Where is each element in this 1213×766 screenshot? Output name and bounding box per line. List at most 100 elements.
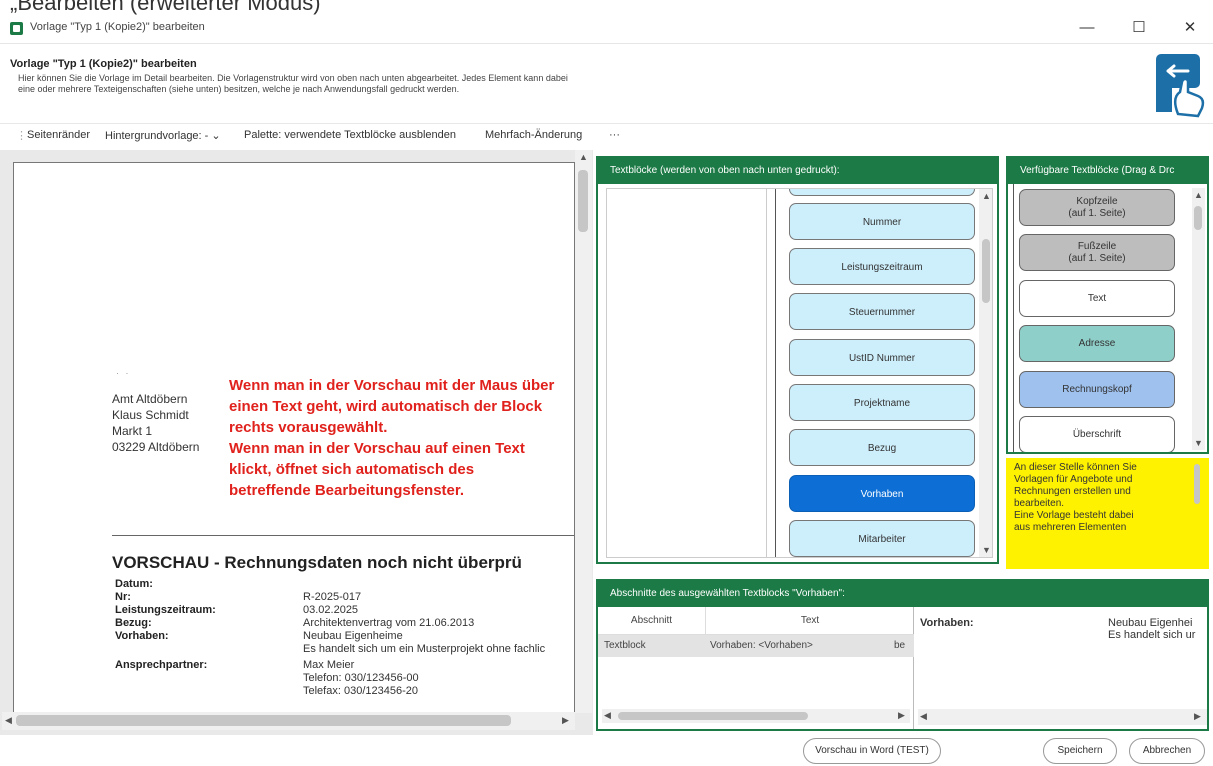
detail-value-line: Neubau Eigenhei (1108, 617, 1193, 629)
seitenraender-button[interactable]: Seitenränder (27, 129, 90, 141)
app-icon (10, 22, 23, 35)
tree-block[interactable]: Nummer (789, 203, 975, 240)
scroll-left-icon[interactable]: ◀ (5, 715, 12, 726)
scroll-down-icon[interactable]: ▼ (982, 545, 991, 555)
preview-value-line: Telefax: 030/123456-20 (303, 685, 418, 697)
scrollbar-thumb[interactable] (16, 715, 511, 726)
more-options-icon[interactable]: ··· (609, 129, 620, 141)
available-block[interactable]: Adresse (1019, 325, 1175, 362)
scrollbar-thumb[interactable] (1194, 206, 1202, 230)
preview-key: Nr: (115, 591, 131, 603)
scroll-right-icon[interactable]: ▶ (1194, 711, 1201, 722)
preview-key: Bezug: (115, 617, 152, 629)
annotation-line: Wenn man in der Vorschau mit der Maus üb… (229, 377, 555, 394)
tree-connector-line (775, 189, 776, 557)
available-block[interactable]: Fußzeile (auf 1. Seite) (1019, 234, 1175, 271)
scroll-down-icon[interactable]: ▼ (1194, 438, 1203, 448)
available-block-label: Kopfzeile (1076, 195, 1118, 207)
palette-toggle-button[interactable]: Palette: verwendete Textblöcke ausblende… (244, 129, 456, 141)
minimize-button[interactable]: — (1072, 16, 1102, 40)
abschnitte-panel: Abschnitte des ausgewählten Textblocks "… (596, 579, 1209, 731)
preview-page[interactable]: · · Amt Altdöbern Klaus Schmidt Markt 1 … (13, 162, 575, 713)
textbloecke-header: Textblöcke (werden von oben nach unten g… (598, 158, 997, 184)
available-block-label: Fußzeile (1077, 240, 1117, 252)
toolbar-grip-icon[interactable]: ⋮ (16, 129, 27, 142)
preview-row[interactable]: Vorhaben: Neubau Eigenheime Es handelt s… (115, 630, 574, 656)
touch-return-icon (1154, 52, 1206, 120)
preview-title[interactable]: VORSCHAU - Rechnungsdaten noch nicht übe… (112, 553, 522, 573)
tree-block[interactable]: UstID Nummer (789, 339, 975, 376)
hint-line: An dieser Stelle können Sie (1014, 462, 1137, 473)
hint-scrollbar-thumb[interactable] (1194, 464, 1200, 504)
scroll-left-icon[interactable]: ◀ (604, 710, 611, 721)
preview-value-line: Architektenvertrag vom 21.06.2013 (303, 617, 475, 629)
grid-scrollbar[interactable]: ◀ ▶ (602, 709, 910, 723)
preview-value-line: Es handelt sich um ein Musterprojekt ohn… (303, 643, 546, 655)
preview-horizontal-scrollbar[interactable]: ◀ ▶ (2, 712, 575, 730)
detail-preview[interactable]: Vorhaben: Neubau Eigenhei Es handelt sic… (918, 607, 1207, 729)
annotation-line: einen Text geht, wird automatisch der Bl… (229, 398, 543, 415)
table-row[interactable]: Textblock Vorhaben: <Vorhaben> be (598, 635, 914, 657)
hintergrundvorlage-dropdown[interactable]: Hintergrundvorlage: - ⌄ (105, 129, 221, 142)
row-abschnitt: Textblock (604, 640, 646, 651)
hint-line: aus mehreren Elementen (1014, 522, 1127, 533)
column-header-abschnitt[interactable]: Abschnitt (598, 607, 706, 635)
maximize-button[interactable]: ☐ (1124, 16, 1154, 40)
save-button[interactable]: Speichern (1043, 738, 1117, 764)
available-block[interactable]: Überschrift (1019, 416, 1175, 452)
textbloecke-tree[interactable]: Nummer Leistungszeitraum Steuernummer Us… (606, 188, 993, 558)
textbloecke-panel: Textblöcke (werden von oben nach unten g… (596, 156, 999, 564)
scrollbar-thumb[interactable] (982, 239, 990, 303)
abschnitte-grid[interactable]: Abschnitt Text Textblock Vorhaben: <Vorh… (598, 607, 914, 729)
tree-scrollbar[interactable]: ▲ ▼ (979, 189, 992, 557)
tree-block[interactable]: Leistungszeitraum (789, 248, 975, 285)
address-line: Amt Altdöbern (112, 392, 188, 406)
available-block-label: Rechnungskopf (1062, 383, 1132, 395)
cancel-button[interactable]: Abbrechen (1129, 738, 1205, 764)
tree-block-partial[interactable] (789, 189, 975, 196)
mehrfach-aenderung-button[interactable]: Mehrfach-Änderung (485, 129, 582, 141)
available-block[interactable]: Kopfzeile (auf 1. Seite) (1019, 189, 1175, 226)
annotation-line: klickt, öffnet sich automatisch des (229, 461, 475, 478)
chevron-down-icon: ⌄ (211, 130, 221, 142)
annotation-line: rechts vorausgewählt. (229, 419, 388, 436)
preview-row[interactable]: Bezug: Architektenvertrag vom 21.06.2013 (115, 617, 574, 630)
available-block-sublabel: (auf 1. Seite) (1068, 252, 1126, 264)
row-extra: be (894, 640, 906, 651)
tree-block[interactable]: Steuernummer (789, 293, 975, 330)
word-preview-button[interactable]: Vorschau in Word (TEST) (803, 738, 941, 764)
preview-value-line: 03.02.2025 (303, 604, 359, 616)
scroll-right-icon[interactable]: ▶ (562, 715, 569, 726)
preview-value-line: Neubau Eigenheime (303, 630, 403, 642)
scroll-up-icon[interactable]: ▲ (1194, 190, 1203, 200)
scroll-up-icon[interactable]: ▲ (579, 152, 588, 162)
available-block[interactable]: Rechnungskopf (1019, 371, 1175, 408)
preview-key: Vorhaben: (115, 630, 169, 642)
list-scrollbar[interactable]: ▲ ▼ (1192, 188, 1205, 450)
preview-vertical-scrollbar[interactable]: ▲ (575, 150, 592, 713)
scroll-up-icon[interactable]: ▲ (982, 191, 991, 201)
preview-row[interactable]: Ansprechpartner: Max Meier Telefon: 030/… (115, 659, 574, 698)
recipient-address[interactable]: Amt Altdöbern Klaus Schmidt Markt 1 0322… (112, 391, 199, 455)
detail-scrollbar[interactable]: ◀ ▶ (918, 709, 1207, 725)
available-block[interactable]: Text (1019, 280, 1175, 317)
scrollbar-thumb[interactable] (578, 170, 588, 232)
window-title: Vorlage "Typ 1 (Kopie2)" bearbeiten (30, 21, 205, 33)
detail-value: Neubau Eigenhei Es handelt sich ur (1108, 617, 1195, 641)
preview-row[interactable]: Leistungszeitraum: 03.02.2025 (115, 604, 574, 617)
tree-block[interactable]: Mitarbeiter (789, 520, 975, 557)
tree-block[interactable]: Bezug (789, 429, 975, 466)
scroll-left-icon[interactable]: ◀ (920, 711, 927, 722)
scroll-right-icon[interactable]: ▶ (898, 710, 905, 721)
tree-block-selected[interactable]: Vorhaben (789, 475, 975, 512)
available-block-sublabel: (auf 1. Seite) (1068, 207, 1126, 219)
preview-row[interactable]: Nr: R-2025-017 (115, 591, 574, 604)
page-description: Hier können Sie die Vorlage im Detail be… (18, 73, 568, 95)
scrollbar-thumb[interactable] (618, 712, 808, 720)
column-header-text[interactable]: Text (706, 607, 914, 635)
close-button[interactable]: ✕ (1175, 16, 1205, 40)
tree-block[interactable]: Projektname (789, 384, 975, 421)
verfuegbar-list[interactable]: Kopfzeile (auf 1. Seite) Fußzeile (auf 1. … (1008, 184, 1207, 452)
address-dots: · · (116, 368, 131, 378)
preview-row[interactable]: Datum: (115, 578, 574, 591)
